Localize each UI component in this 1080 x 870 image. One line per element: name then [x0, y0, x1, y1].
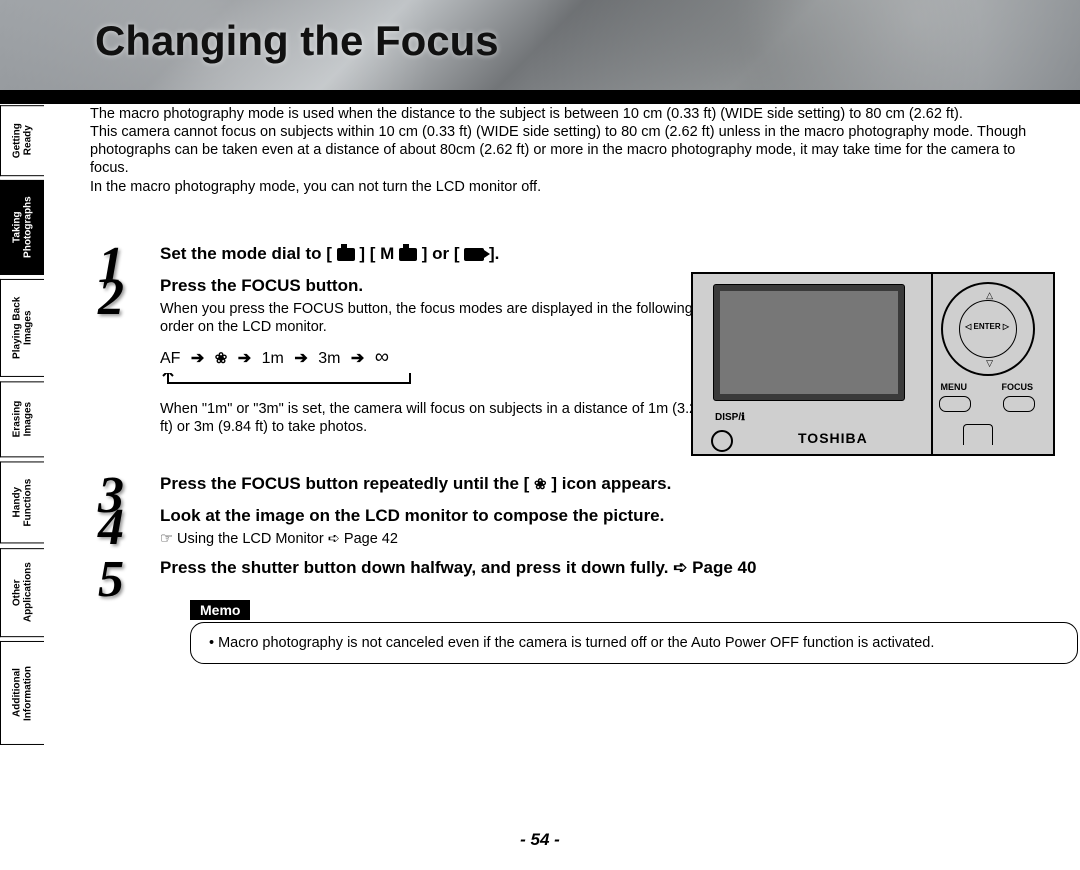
step-number-4: 4	[98, 498, 124, 557]
tab-getting-ready[interactable]: Getting Ready	[0, 105, 44, 176]
step-5-heading: Press the shutter button down halfway, a…	[160, 556, 1050, 580]
camera-icon	[337, 248, 355, 261]
step-number-2: 2	[98, 268, 124, 327]
tab-playing-back-images[interactable]: Playing Back Images	[0, 279, 44, 377]
step-3-text: Press the FOCUS button repeatedly until …	[160, 474, 671, 493]
down-arrow-icon: ▽	[986, 358, 993, 369]
camera-m-icon	[399, 248, 417, 261]
enter-label: ◁ ENTER ▷	[965, 322, 1009, 331]
lcd-screen-icon	[713, 284, 905, 401]
focus-button-icon	[1003, 396, 1035, 412]
step-2-heading: Press the FOCUS button.	[160, 274, 720, 298]
brand-label: TOSHIBA	[798, 430, 868, 446]
step-1-text: Set the mode dial to [ ] [ M ] or [ ].	[160, 244, 499, 263]
disp-button-icon	[711, 430, 733, 452]
page-title: Changing the Focus	[95, 17, 499, 65]
tab-taking-photographs[interactable]: Taking Photographs	[0, 180, 44, 275]
memo-box: • Macro photography is not canceled even…	[190, 622, 1078, 664]
tab-additional-information[interactable]: Additional Information	[0, 641, 44, 745]
step-2-note: When "1m" or "3m" is set, the camera wil…	[160, 400, 720, 436]
disp-label: DISP/ℹ	[715, 412, 745, 423]
step-3: 3 Press the FOCUS button repeatedly unti…	[90, 472, 1050, 496]
up-arrow-icon: △	[986, 290, 993, 301]
step-4-note: ☞ Using the LCD Monitor ➪ Page 42	[160, 530, 1050, 548]
step-number-5: 5	[98, 550, 124, 609]
focus-label: FOCUS	[1002, 382, 1034, 392]
memo-label: Memo	[190, 600, 250, 620]
camera-back-diagram: DISP/ℹ TOSHIBA ◁ ENTER ▷ △ ▽ MENU FOCUS	[691, 272, 1055, 456]
step-2-text: When you press the FOCUS button, the foc…	[160, 300, 720, 336]
step-4-heading: Look at the image on the LCD monitor to …	[160, 504, 1050, 528]
step-4: 4 Look at the image on the LCD monitor t…	[90, 504, 1050, 548]
tab-erasing-images[interactable]: Erasing Images	[0, 381, 44, 457]
step-5: 5 Press the shutter button down halfway,…	[90, 556, 1050, 580]
intro-text: The macro photography mode is used when …	[90, 105, 1050, 196]
diagram-divider	[931, 274, 933, 454]
bottom-panel-icon	[963, 424, 993, 445]
macro-icon: ❀	[215, 350, 228, 367]
step-1: 1 Set the mode dial to [ ] [ M ] or [ ].	[90, 242, 1050, 266]
section-tabs: Getting Ready Taking Photographs Playing…	[0, 105, 46, 745]
page-number: - 54 -	[0, 830, 1080, 850]
header-banner: Changing the Focus	[0, 0, 1080, 104]
macro-icon: ❀	[534, 476, 547, 493]
tab-other-applications[interactable]: Other Applications	[0, 548, 44, 637]
video-icon	[464, 248, 484, 261]
tab-handy-functions[interactable]: Handy Functions	[0, 461, 44, 543]
menu-label: MENU	[941, 382, 968, 392]
memo-section: Memo • Macro photography is not canceled…	[190, 600, 1050, 664]
menu-button-icon	[939, 396, 971, 412]
